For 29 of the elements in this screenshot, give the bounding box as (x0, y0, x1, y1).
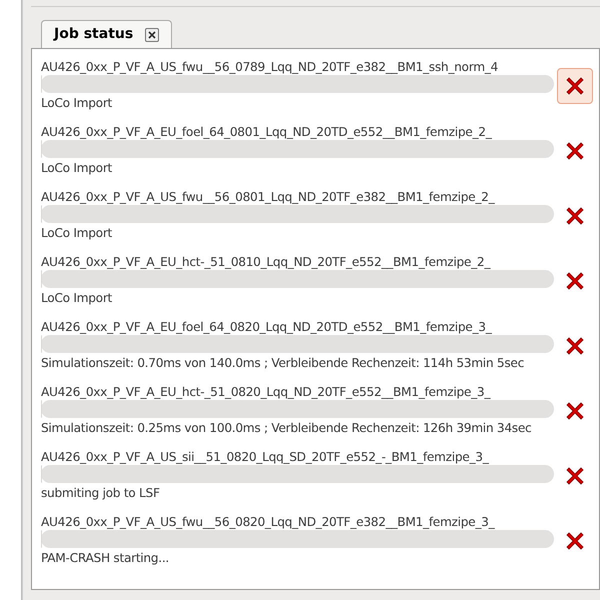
job-status: LoCo Import (41, 94, 114, 112)
job-name: AU426_0xx_P_VF_A_EU_hct-_51_0820_Lqq_ND_20TF_e552__BM1_femzipe_3_ (41, 384, 492, 400)
job-name: AU426_0xx_P_VF_A_EU_foel_64_0801_Lqq_ND_20TD_e552__BM1_femzipe_2_ (41, 124, 493, 140)
job-name: AU426_0xx_P_VF_A_US_fwu__56_0789_Lqq_ND_20TF_e382__BM1_ssh_norm_4 (41, 58, 500, 74)
cancel-button[interactable] (557, 68, 593, 104)
job-status-tab[interactable]: Job status (41, 20, 172, 48)
job-name: AU426_0xx_P_VF_A_EU_hct-_51_0810_Lqq_ND_20TF_e552__BM1_femzipe_2_ (41, 254, 492, 270)
job-name: AU426_0xx_P_VF_A_US_sii__51_0820_Lqq_SD_20TF_e552_-_BM1_femzipe_3_ (41, 448, 490, 464)
job-status: Simulationszeit: 0.70ms von 140.0ms ; Verbleibende Rechenzeit: 114h 53min 5sec (41, 354, 525, 372)
close-icon (564, 270, 586, 292)
job-name: AU426_0xx_P_VF_A_EU_foel_64_0820_Lqq_ND_20TD_e552__BM1_femzipe_3_ (41, 318, 493, 334)
job-name: AU426_0xx_P_VF_A_US_fwu__56_0801_Lqq_ND_20TF_e382__BM1_femzipe_2_ (41, 188, 496, 204)
job-status: Simulationszeit: 0.25ms von 100.0ms ; Verbleibende Rechenzeit: 126h 39min 34sec (41, 420, 532, 436)
close-icon (564, 204, 586, 226)
close-icon (564, 140, 586, 162)
close-icon (564, 530, 586, 552)
close-icon (147, 30, 158, 40)
job-status: LoCo Import (41, 224, 114, 242)
job-status: LoCo Import (41, 290, 114, 306)
job-status: LoCo Import (41, 160, 114, 176)
job-status: submiting job to LSF (41, 484, 161, 502)
close-icon (564, 464, 586, 486)
job-name: AU426_0xx_P_VF_A_US_fwu__56_0820_Lqq_ND_20TF_e382__BM1_femzipe_3_ (41, 514, 496, 530)
close-icon (564, 74, 586, 96)
tab-label: Job status (54, 25, 134, 44)
close-icon (564, 400, 586, 422)
job-status: PAM-CRASH starting... (41, 550, 170, 566)
tab-close-button[interactable] (145, 28, 160, 42)
close-icon (564, 334, 586, 356)
